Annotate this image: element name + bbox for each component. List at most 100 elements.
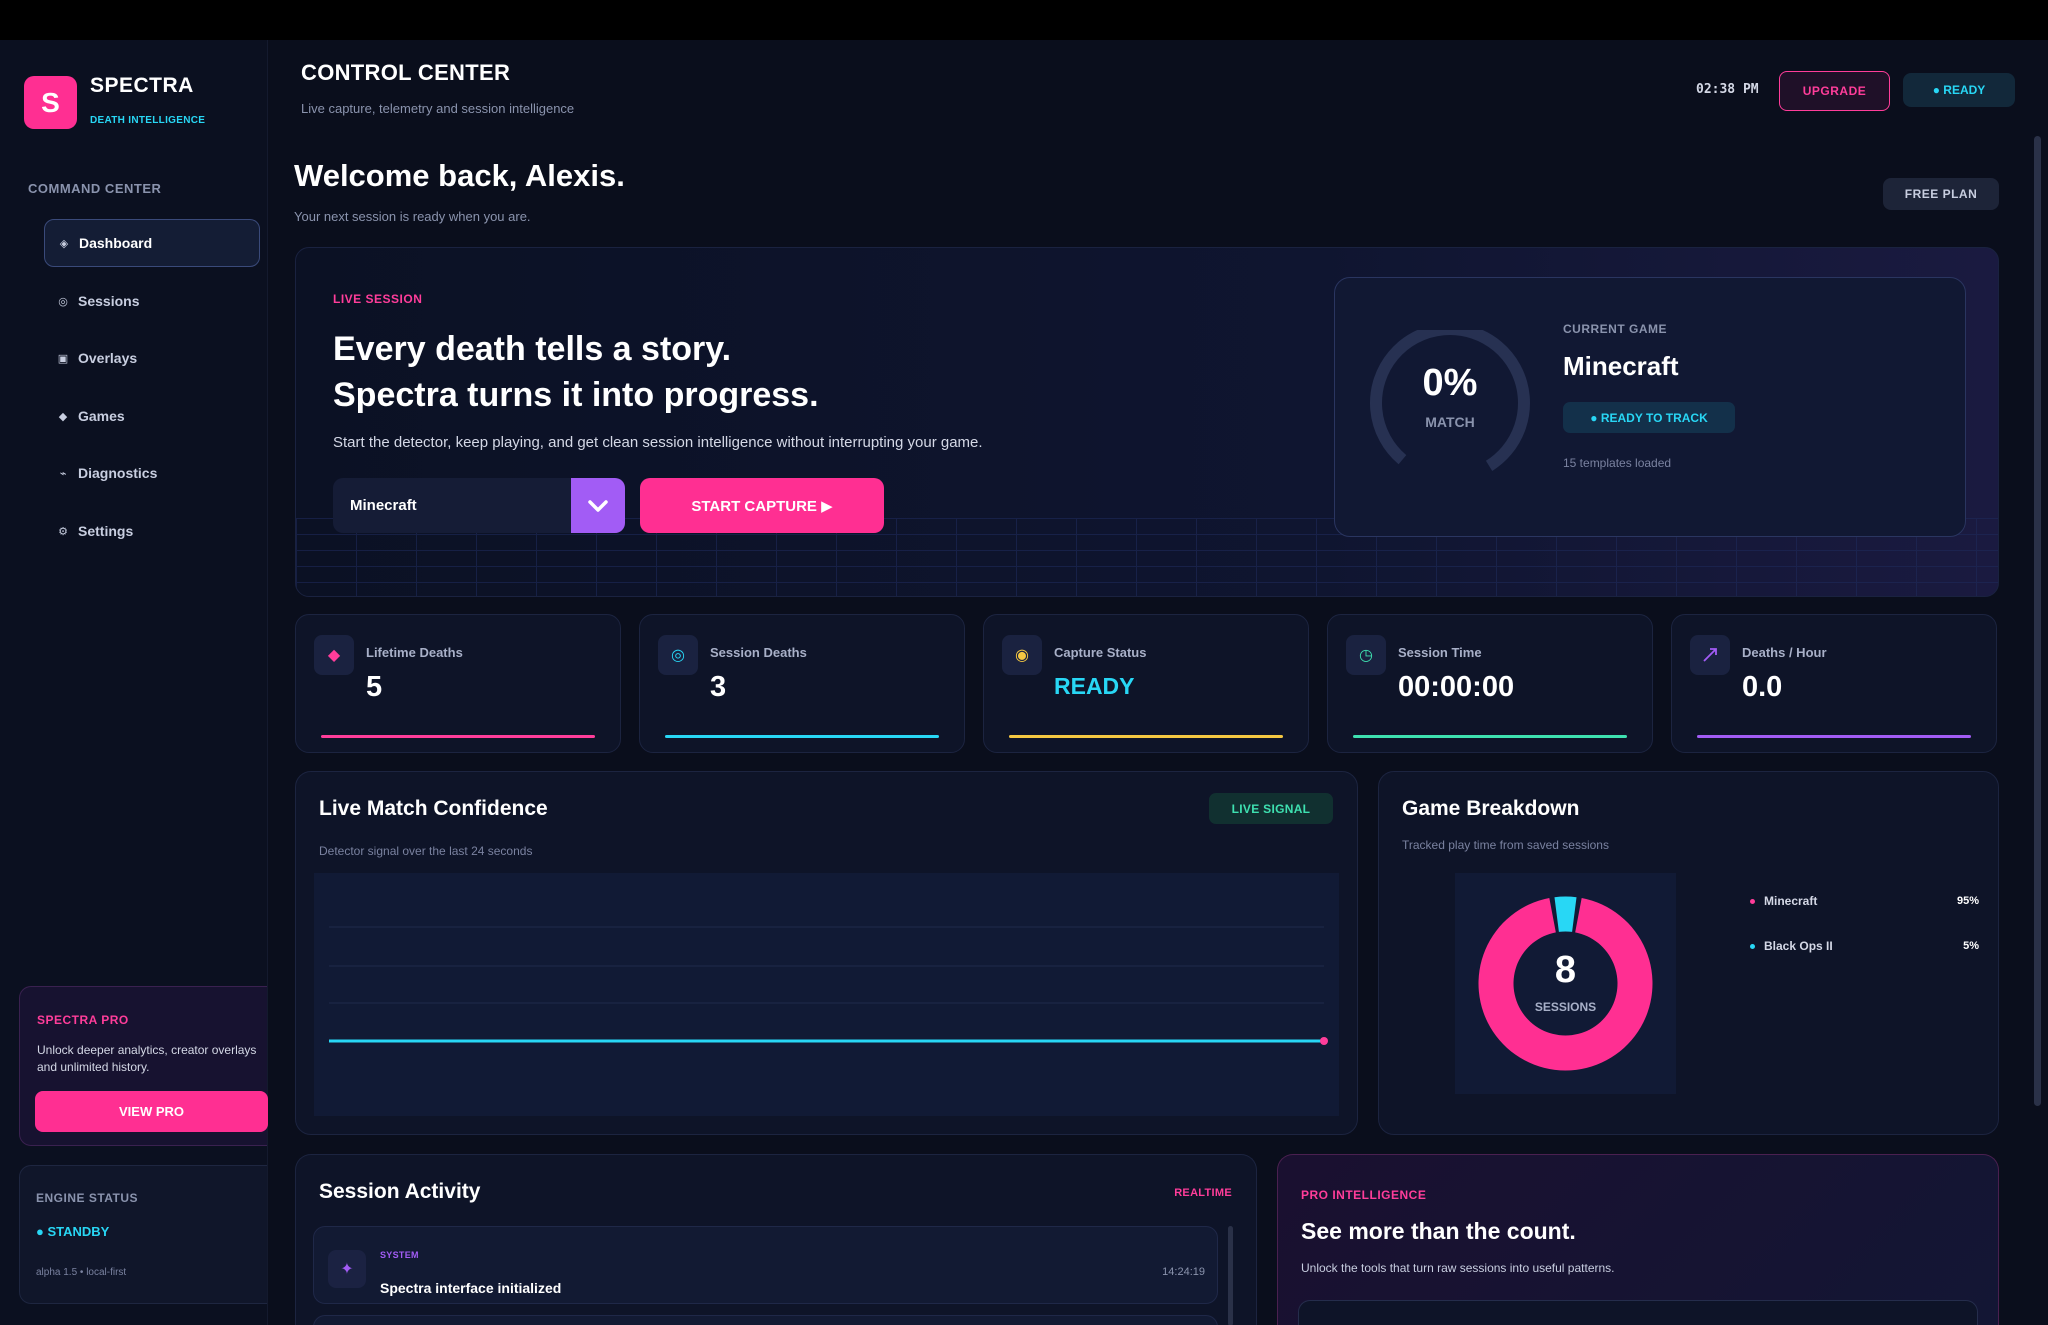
confidence-latest-point: [1320, 1037, 1328, 1045]
upgrade-button[interactable]: UPGRADE: [1779, 71, 1890, 111]
hero-headline-line-2: Spectra turns it into progress.: [333, 376, 819, 414]
stat-accent-bar: [1353, 735, 1627, 738]
engine-status-card: ENGINE STATUS ● STANDBY alpha 1.5 • loca…: [19, 1165, 267, 1304]
stat-accent-bar: [1009, 735, 1283, 738]
stat-value: 5: [366, 671, 383, 703]
panel-title: Game Breakdown: [1402, 797, 1580, 820]
stat-value: 0.0: [1742, 671, 1783, 703]
sidebar: S SPECTRA DEATH INTELLIGENCE COMMAND CEN…: [0, 40, 268, 1325]
nav-section-title: COMMAND CENTER: [28, 181, 162, 196]
activity-text: Spectra interface initialized: [380, 1280, 562, 1296]
sidebar-item-settings[interactable]: ⚙ Settings: [44, 507, 260, 555]
sidebar-item-label: Sessions: [78, 293, 140, 309]
panel-title: Live Match Confidence: [319, 797, 548, 820]
status-badge: ● READY: [1903, 73, 2015, 107]
view-pro-button[interactable]: VIEW PRO: [35, 1091, 268, 1132]
sessions-label: SESSIONS: [1534, 1000, 1597, 1014]
legend-percent: 5%: [1963, 940, 1979, 952]
hero-headline-line-1: Every death tells a story.: [333, 330, 732, 368]
hero-headline: Every death tells a story. Spectra turns…: [333, 326, 1033, 418]
square-icon: ▣: [57, 352, 69, 365]
stat-label: Capture Status: [1054, 645, 1147, 660]
live-signal-badge: LIVE SIGNAL: [1209, 793, 1333, 824]
pro-intel-title: See more than the count.: [1301, 1218, 1576, 1244]
brand-name: SPECTRA: [90, 74, 194, 97]
match-percent: 0%: [1422, 362, 1478, 404]
panel-title: Session Activity: [319, 1180, 481, 1203]
live-match-confidence-panel: Live Match Confidence Detector signal ov…: [295, 771, 1358, 1135]
stat-card-session-time: ◷ Session Time 00:00:00: [1327, 614, 1653, 753]
stat-value: 00:00:00: [1398, 671, 1515, 703]
sidebar-item-label: Settings: [78, 523, 134, 539]
stat-accent-bar: [321, 735, 595, 738]
sidebar-item-sessions[interactable]: ◎ Sessions: [44, 277, 260, 325]
stat-label: Deaths / Hour: [1742, 645, 1827, 660]
ready-to-track-badge: ● READY TO TRACK: [1563, 402, 1735, 433]
stat-card-lifetime-deaths: ◆ Lifetime Deaths 5: [295, 614, 621, 753]
pro-intelligence-card: PRO INTELLIGENCE See more than the count…: [1277, 1154, 1999, 1325]
game-breakdown-panel: Game Breakdown Tracked play time from sa…: [1378, 771, 1999, 1135]
legend-percent: 95%: [1956, 895, 1979, 907]
sidebar-item-label: Overlays: [78, 350, 138, 366]
current-game-name: Minecraft: [1563, 351, 1679, 381]
templates-loaded: 15 templates loaded: [1563, 456, 1672, 470]
gear-icon: ⚙: [58, 525, 68, 538]
activity-row[interactable]: [313, 1315, 1218, 1325]
stat-label: Session Deaths: [710, 645, 807, 660]
game-select[interactable]: Minecraft: [333, 478, 625, 533]
legend-dot: [1750, 943, 1755, 949]
sidebar-item-label: Dashboard: [79, 235, 153, 251]
legend-label: Minecraft: [1764, 894, 1818, 908]
stat-card-capture-status: ◉ Capture Status READY: [983, 614, 1309, 753]
legend-item: Minecraft: [1750, 894, 1817, 908]
sidebar-item-games[interactable]: ◆ Games: [44, 392, 260, 440]
realtime-badge: REALTIME: [1174, 1187, 1232, 1199]
activity-tag: SYSTEM: [380, 1250, 419, 1260]
panel-subtitle: Tracked play time from saved sessions: [1402, 838, 1609, 852]
legend-item: Black Ops II: [1750, 939, 1833, 953]
confidence-chart-svg: [329, 926, 1328, 1045]
brand-logo[interactable]: S: [24, 76, 77, 129]
clock: 02:38 PM: [1696, 82, 1759, 97]
pro-card-text: Unlock deeper analytics, creator overlay…: [37, 1043, 257, 1074]
clock-icon: ◷: [1346, 635, 1386, 675]
chevron-down-icon[interactable]: [571, 478, 625, 533]
activity-time: 14:24:19: [1162, 1266, 1205, 1278]
sparkle-icon: ✦: [328, 1250, 366, 1288]
stat-card-deaths-per-hour: Deaths / Hour 0.0: [1671, 614, 1997, 753]
sidebar-item-label: Diagnostics: [78, 465, 158, 481]
activity-row[interactable]: ✦ SYSTEM Spectra interface initialized 1…: [313, 1226, 1218, 1304]
sidebar-item-overlays[interactable]: ▣ Overlays: [44, 334, 260, 382]
pro-intel-inner-card: [1298, 1300, 1978, 1325]
spectra-pro-card: SPECTRA PRO Unlock deeper analytics, cre…: [19, 986, 268, 1146]
page-title: CONTROL CENTER: [301, 60, 511, 85]
game-select-value: Minecraft: [350, 497, 417, 514]
stat-value: READY: [1054, 673, 1135, 699]
ring-icon: ◎: [58, 295, 68, 308]
pro-intel-subtitle: Unlock the tools that turn raw sessions …: [1301, 1261, 1615, 1275]
stat-label: Session Time: [1398, 645, 1482, 660]
start-capture-button[interactable]: START CAPTURE ▶: [640, 478, 884, 533]
sidebar-item-diagnostics[interactable]: ⌁ Diagnostics: [44, 449, 260, 497]
sidebar-item-label: Games: [78, 408, 125, 424]
live-session-hero: LIVE SESSION Every death tells a story. …: [295, 247, 1999, 597]
brand-tagline: DEATH INTELLIGENCE: [90, 115, 206, 126]
sidebar-item-dashboard[interactable]: ◈ Dashboard: [44, 219, 260, 267]
activity-scrollbar[interactable]: [1228, 1226, 1233, 1325]
current-game-label: CURRENT GAME: [1563, 322, 1667, 336]
stat-accent-bar: [1697, 735, 1971, 738]
plan-badge[interactable]: FREE PLAN: [1883, 178, 1999, 210]
diamond-icon: ◆: [314, 635, 354, 675]
current-game-card: 0% MATCH CURRENT GAME Minecraft ● READY …: [1334, 277, 1966, 537]
engine-version: alpha 1.5 • local-first: [36, 1267, 127, 1278]
pro-card-title: SPECTRA PRO: [37, 1013, 129, 1027]
stat-label: Lifetime Deaths: [366, 645, 463, 660]
confidence-chart: [314, 873, 1339, 1116]
engine-status-title: ENGINE STATUS: [36, 1191, 139, 1205]
diamond-icon: ◈: [59, 237, 69, 250]
donut-slice-black-ops-ii: [1554, 896, 1577, 932]
page-subtitle: Live capture, telemetry and session inte…: [301, 101, 575, 116]
pulse-icon: ⌁: [59, 467, 67, 480]
target-icon: ◎: [658, 635, 698, 675]
page-scrollbar[interactable]: [2034, 136, 2041, 1106]
